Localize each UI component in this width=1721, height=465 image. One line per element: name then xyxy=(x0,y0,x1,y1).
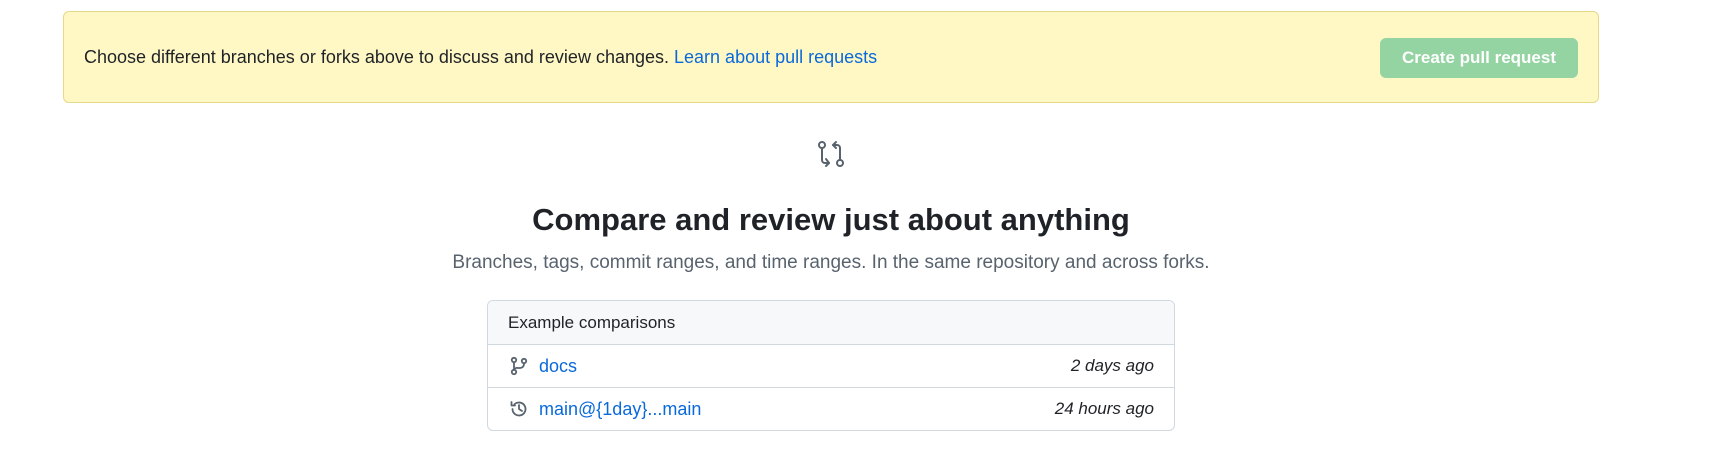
compare-blankslate: Compare and review just about anything B… xyxy=(0,138,1662,276)
example-comparisons-header: Example comparisons xyxy=(488,301,1174,345)
example-comparison-time: 24 hours ago xyxy=(1054,399,1154,418)
example-comparison-time: 2 days ago xyxy=(1070,356,1154,375)
example-comparison-link[interactable]: main@{1day}...main xyxy=(539,399,1055,420)
git-compare-icon xyxy=(815,138,847,170)
blankslate-title: Compare and review just about anything xyxy=(532,202,1130,237)
example-comparison-row: docs 2 days ago xyxy=(488,345,1174,387)
example-comparisons-box: Example comparisons docs 2 days ago main… xyxy=(487,300,1175,431)
git-branch-icon xyxy=(508,355,530,377)
history-icon xyxy=(508,398,530,420)
flash-message: Choose different branches or forks above… xyxy=(84,46,669,67)
learn-pull-requests-link[interactable]: Learn about pull requests xyxy=(674,47,877,67)
flash-text: Choose different branches or forks above… xyxy=(84,47,1578,68)
example-comparison-row: main@{1day}...main 24 hours ago xyxy=(488,387,1174,430)
create-pull-request-button[interactable]: Create pull request xyxy=(1380,38,1578,78)
example-comparison-link[interactable]: docs xyxy=(539,356,1071,377)
compare-flash-banner: Choose different branches or forks above… xyxy=(63,11,1599,103)
compare-page: Choose different branches or forks above… xyxy=(0,0,1721,465)
blankslate-description: Branches, tags, commit ranges, and time … xyxy=(452,252,1210,273)
